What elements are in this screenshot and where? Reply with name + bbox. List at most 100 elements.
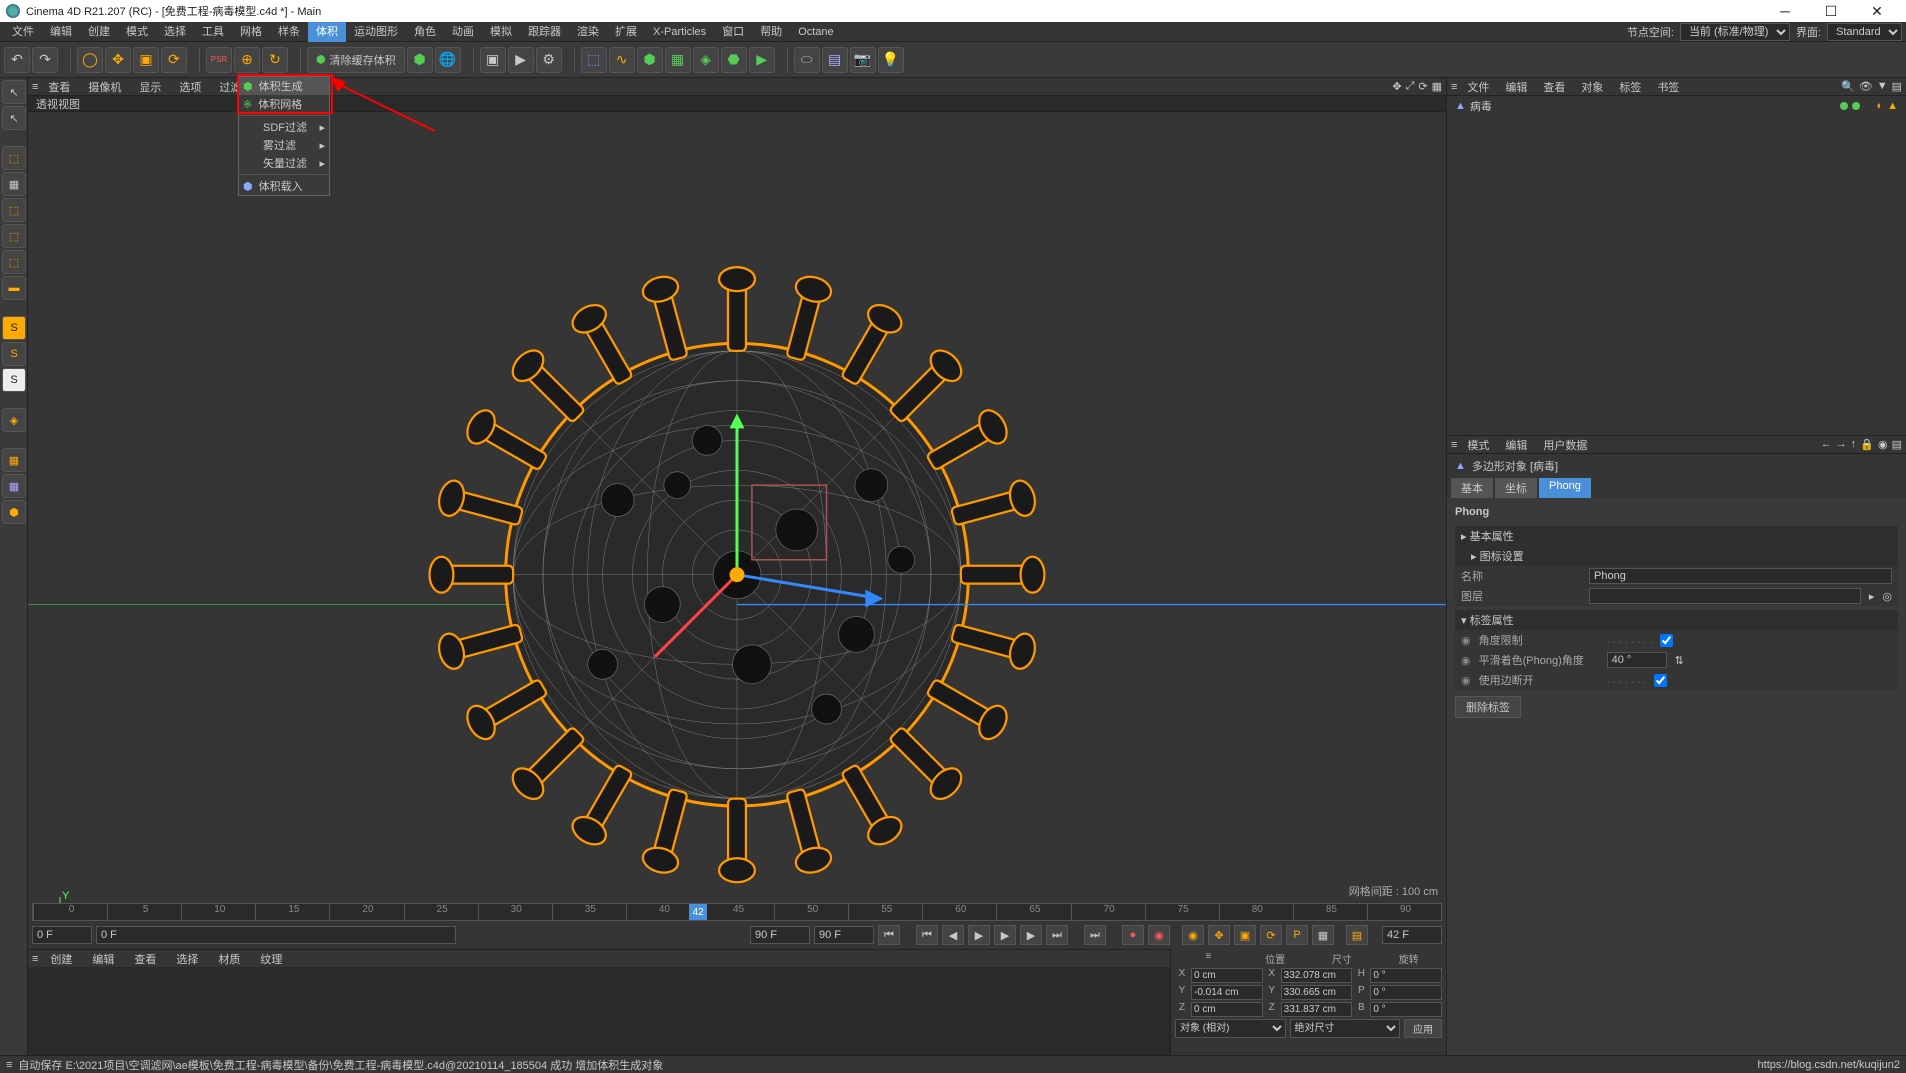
scale-tool[interactable]: ▣	[133, 47, 159, 73]
visibility-render-dot[interactable]	[1852, 102, 1860, 110]
mode-object[interactable]: ⬚	[2, 198, 26, 222]
vp-pan-icon[interactable]: ✥	[1392, 80, 1401, 93]
attrmgr-hamburger-icon[interactable]: ≡	[1451, 439, 1457, 451]
vol-button[interactable]: ⬢	[2, 500, 26, 524]
goto-end-button[interactable]: ⏭	[1084, 925, 1106, 945]
material-panel[interactable]	[28, 967, 1170, 1055]
grid-button[interactable]: ▦	[2, 448, 26, 472]
objmgr-menu-object[interactable]: 对象	[1575, 79, 1609, 95]
dropdown-sdf-filter[interactable]: SDF过滤▸	[239, 118, 329, 136]
icon-settings-header[interactable]: ▸ 图标设置	[1455, 546, 1898, 566]
coord-apply-button[interactable]: 应用	[1404, 1019, 1442, 1038]
prev-frame-button[interactable]: ◀	[942, 925, 964, 945]
play-back-button[interactable]: ▶	[968, 925, 990, 945]
next-frame-button[interactable]: ▶	[1020, 925, 1042, 945]
dropdown-volume-builder[interactable]: ⬢体积生成	[239, 77, 329, 95]
camera-button[interactable]: 📷	[850, 47, 876, 73]
vp-menu-view[interactable]: 查看	[40, 79, 78, 95]
vp-layout-icon[interactable]: ▦	[1432, 80, 1442, 93]
rot-h-field[interactable]	[1370, 968, 1442, 983]
mat-menu-select[interactable]: 选择	[168, 951, 206, 967]
play-button[interactable]: ▶	[994, 925, 1016, 945]
layer-field[interactable]	[1589, 588, 1861, 604]
attrmgr-menu-mode[interactable]: 模式	[1461, 437, 1495, 453]
tag-button[interactable]: ⬭	[794, 47, 820, 73]
vp-zoom-icon[interactable]: ⤢	[1406, 80, 1415, 93]
menu-tracker[interactable]: 跟踪器	[520, 22, 569, 42]
mat-menu-edit[interactable]: 编辑	[84, 951, 122, 967]
mat-menu-create[interactable]: 创建	[42, 951, 80, 967]
menu-mode[interactable]: 模式	[118, 22, 156, 42]
attrmgr-fwd-icon[interactable]: →	[1836, 438, 1847, 451]
next-key-button[interactable]: ⏭	[1046, 925, 1068, 945]
mat-menu-view[interactable]: 查看	[126, 951, 164, 967]
layer-target-icon[interactable]: ◎	[1882, 590, 1892, 603]
spline-primitive-button[interactable]: ∿	[609, 47, 635, 73]
objmgr-menu-tags[interactable]: 标签	[1613, 79, 1647, 95]
objmgr-hamburger-icon[interactable]: ≡	[1451, 81, 1457, 93]
timeline-cursor[interactable]: 42	[689, 904, 707, 920]
key-param-button[interactable]: P	[1286, 925, 1308, 945]
rotate-tool[interactable]: ⟳	[161, 47, 187, 73]
objmgr-filter-icon[interactable]: ▼	[1877, 80, 1888, 93]
coord-system-button[interactable]: ↻	[262, 47, 288, 73]
subdivision-button[interactable]: ▦	[665, 47, 691, 73]
render-settings-button[interactable]: ⚙	[536, 47, 562, 73]
mode-cursor[interactable]: ↖	[2, 80, 26, 104]
rot-p-field[interactable]	[1370, 985, 1442, 1000]
mode-edge[interactable]: ⬚	[2, 250, 26, 274]
menu-help[interactable]: 帮助	[752, 22, 790, 42]
mode-texture[interactable]: ▦	[2, 172, 26, 196]
generator-button[interactable]: ⬢	[637, 47, 663, 73]
size-z-field[interactable]	[1281, 1002, 1353, 1017]
volume-tool-button[interactable]: ⬢	[407, 47, 433, 73]
tag-props-header[interactable]: ▾ 标签属性	[1455, 610, 1898, 630]
menu-mesh[interactable]: 网格	[232, 22, 270, 42]
nodespace-select[interactable]: 当前 (标准/物理)	[1680, 23, 1790, 41]
redo-button[interactable]: ↷	[32, 47, 58, 73]
menu-tool[interactable]: 工具	[194, 22, 232, 42]
statusbar-hamburger-icon[interactable]: ≡	[6, 1059, 12, 1071]
frame-end-field[interactable]: 90 F	[814, 926, 874, 944]
coord-mode1-select[interactable]: 对象 (相对)	[1175, 1019, 1286, 1038]
menu-spline[interactable]: 样条	[270, 22, 308, 42]
dropdown-volume-mesher[interactable]: ※体积网格	[239, 95, 329, 113]
use-break-checkbox[interactable]	[1654, 674, 1667, 687]
objmgr-layout-icon[interactable]: ▤	[1892, 80, 1902, 93]
frame-proj-end-field[interactable]: 90 F	[750, 926, 810, 944]
snap3-button[interactable]: S	[2, 368, 26, 392]
viewport[interactable]: YZX 网格间距 : 100 cm	[28, 112, 1446, 903]
layer-picker-icon[interactable]: ▸	[1869, 590, 1875, 603]
objmgr-menu-file[interactable]: 文件	[1461, 79, 1495, 95]
objmgr-search-icon[interactable]: 🔍	[1841, 80, 1855, 93]
select-tool[interactable]: ◯	[77, 47, 103, 73]
record-button[interactable]: ●	[1122, 925, 1144, 945]
close-button[interactable]: ✕	[1854, 3, 1900, 20]
attrmgr-menu-userdata[interactable]: 用户数据	[1537, 437, 1593, 453]
menu-window[interactable]: 窗口	[714, 22, 752, 42]
mat-menu-texture[interactable]: 纹理	[252, 951, 290, 967]
vp-orbit-icon[interactable]: ⟳	[1418, 80, 1427, 93]
mode-point[interactable]: ⬚	[2, 224, 26, 248]
mat-menu-material[interactable]: 材质	[210, 951, 248, 967]
render-picture-button[interactable]: ▶	[508, 47, 534, 73]
vp-hamburger-icon[interactable]: ≡	[32, 81, 38, 93]
timeline[interactable]: 05 1015 2025 3035 4045 5055 6065 7075 80…	[32, 903, 1442, 921]
attr-tab-coord[interactable]: 坐标	[1495, 478, 1537, 498]
snap2-button[interactable]: S	[2, 342, 26, 366]
mode-model[interactable]: ⬚	[2, 146, 26, 170]
mode-polygon[interactable]: ▬	[2, 276, 26, 300]
scene-button[interactable]: ▶	[749, 47, 775, 73]
key-pos-button[interactable]: ◉	[1182, 925, 1204, 945]
dropdown-volume-loader[interactable]: ⬢体积载入	[239, 177, 329, 195]
menu-render[interactable]: 渲染	[569, 22, 607, 42]
floor-button[interactable]: ▤	[822, 47, 848, 73]
current-frame-field[interactable]: 42 F	[1382, 926, 1442, 944]
key-move-button[interactable]: ✥	[1208, 925, 1230, 945]
coord-mode2-select[interactable]: 绝对尺寸	[1290, 1019, 1401, 1038]
attr-tab-phong[interactable]: Phong	[1539, 478, 1591, 498]
light-button[interactable]: 💡	[878, 47, 904, 73]
axis-lock-button[interactable]: ⊕	[234, 47, 260, 73]
frame-start-field[interactable]: 0 F	[32, 926, 92, 944]
mode-cursor2[interactable]: ↖	[2, 106, 26, 130]
